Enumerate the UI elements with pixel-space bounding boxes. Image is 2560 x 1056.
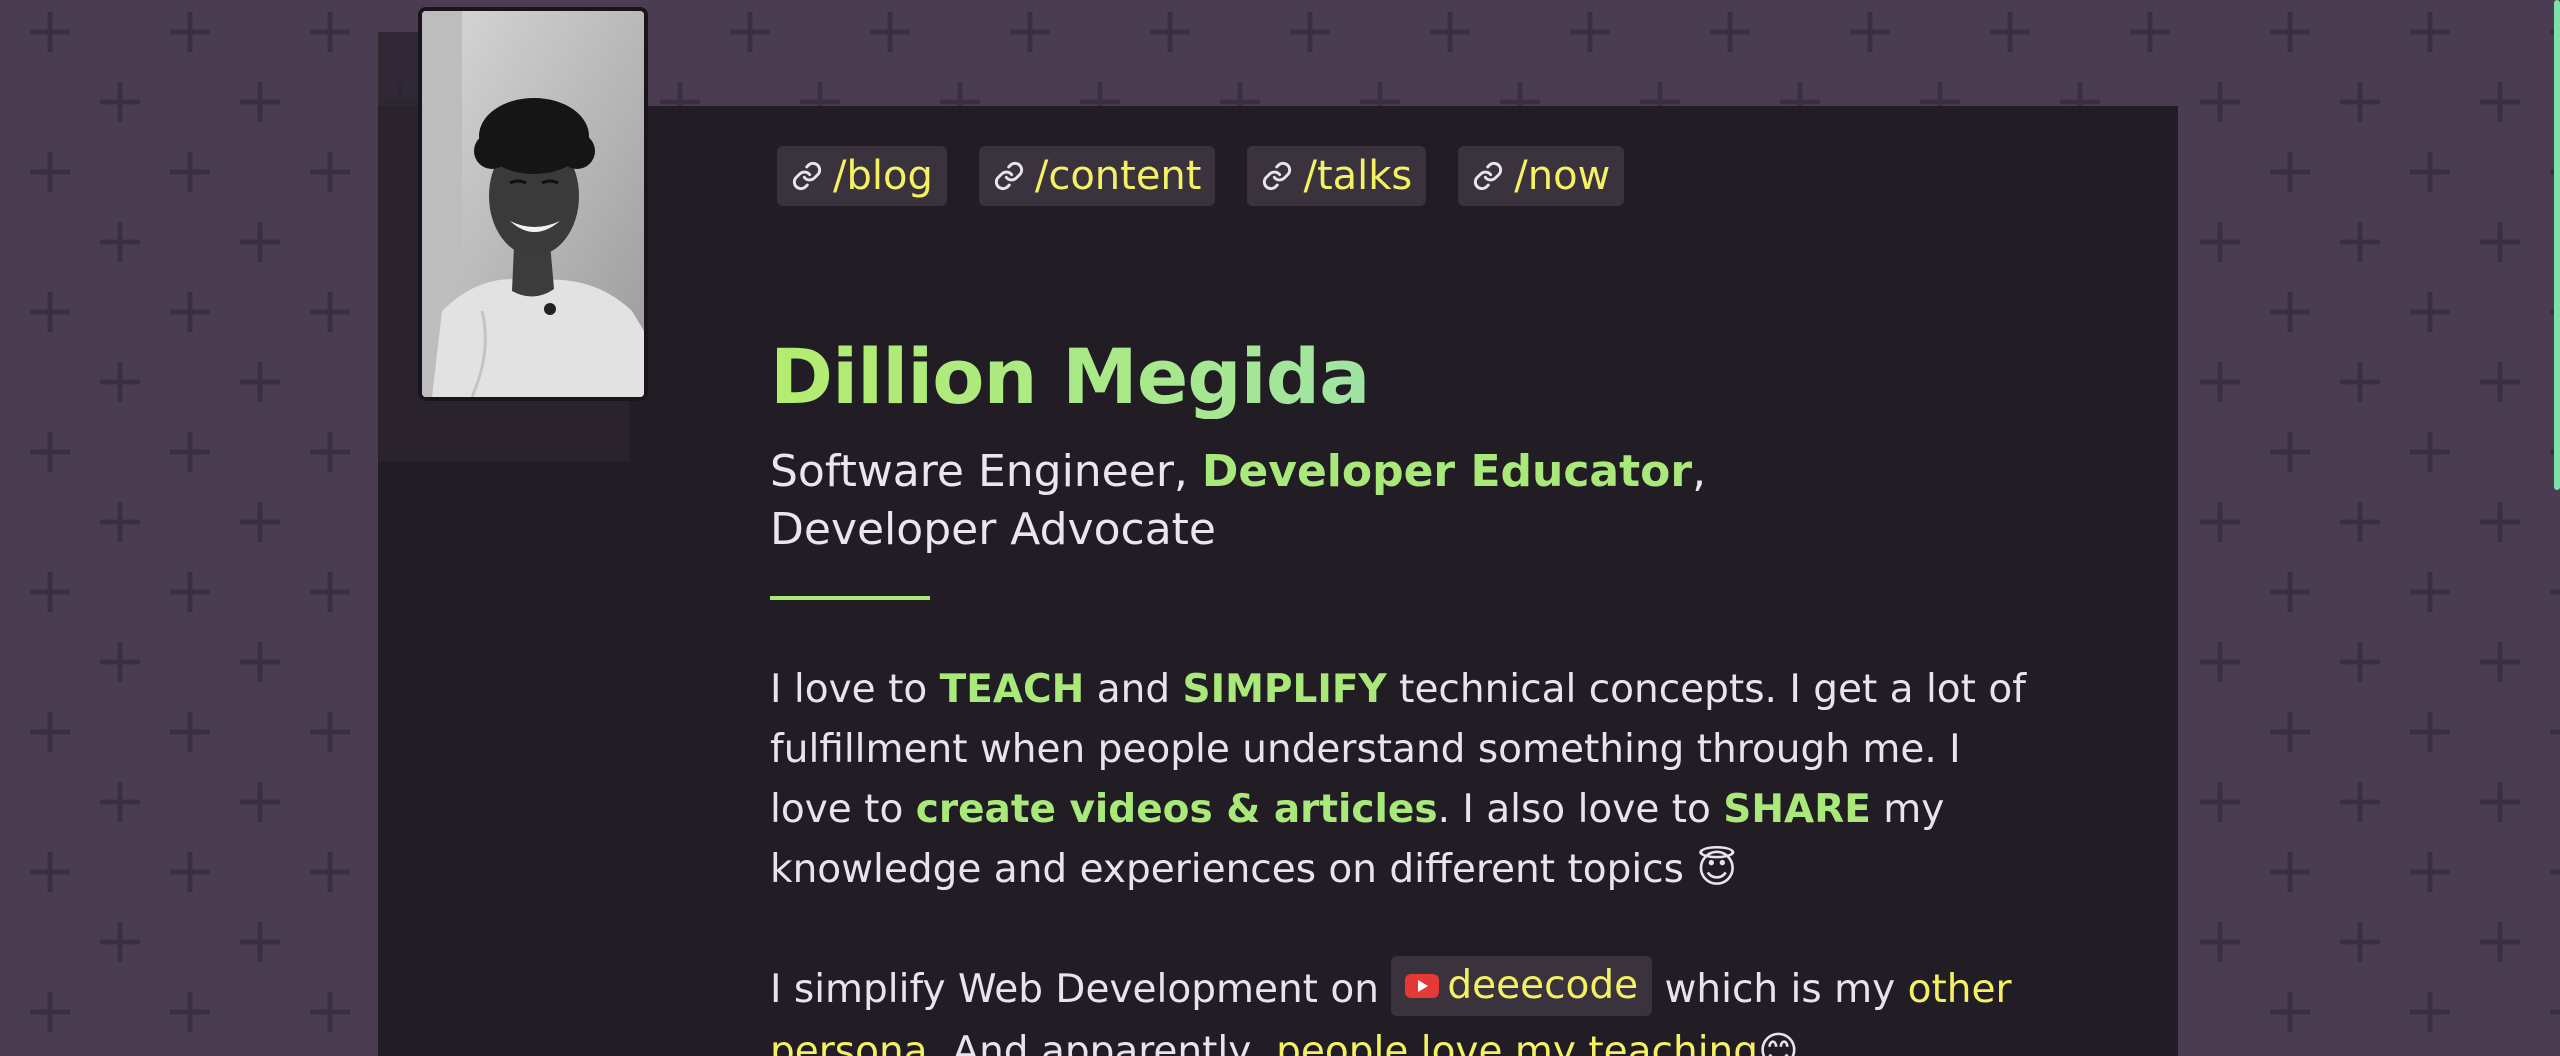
section-divider bbox=[770, 596, 930, 600]
bio-highlight-share: SHARE bbox=[1723, 787, 1871, 832]
nav-link-blog[interactable]: /blog bbox=[777, 146, 947, 206]
youtube-channel-link[interactable]: deeecode bbox=[1391, 955, 1653, 1016]
youtube-channel-label: deeecode bbox=[1447, 962, 1639, 1008]
bio-text: I simplify Web Development on bbox=[770, 967, 1392, 1012]
nav-link-content[interactable]: /content bbox=[978, 146, 1216, 206]
profile-roles: Software Engineer, Developer Educator, De… bbox=[770, 443, 1770, 559]
role-software-engineer: Software Engineer, bbox=[770, 446, 1202, 497]
link-icon bbox=[993, 160, 1025, 192]
bio-text: . And apparently, bbox=[927, 1028, 1277, 1056]
nav-link-label: /now bbox=[1514, 153, 1611, 199]
bio-highlight-create: create videos & articles bbox=[915, 787, 1438, 832]
nav-link-now[interactable]: /now bbox=[1458, 146, 1625, 206]
bio-text: I love to bbox=[770, 667, 940, 712]
profile-photo bbox=[418, 7, 648, 401]
halo-emoji: 😇 bbox=[1696, 847, 1738, 892]
bio-paragraph: I love to TEACH and SIMPLIFY technical c… bbox=[770, 660, 2030, 900]
link-icon bbox=[1261, 160, 1293, 192]
nav-link-talks[interactable]: /talks bbox=[1247, 146, 1427, 206]
bio-text: and bbox=[1084, 667, 1183, 712]
role-developer-advocate: Developer Advocate bbox=[770, 504, 1216, 555]
bio-highlight-simplify: SIMPLIFY bbox=[1182, 667, 1387, 712]
role-separator: , bbox=[1692, 446, 1707, 497]
main-card bbox=[378, 106, 2178, 1056]
bio-text: which is my bbox=[1652, 967, 1908, 1012]
bio-highlight-teach: TEACH bbox=[939, 667, 1085, 712]
scrollbar-thumb[interactable] bbox=[2554, 0, 2560, 490]
nav-link-label: /blog bbox=[833, 153, 933, 199]
top-nav: /blog /content /talks /now bbox=[777, 146, 1625, 206]
people-love-teaching-link[interactable]: people love my teaching bbox=[1276, 1029, 1758, 1056]
bio-text: . I also love to bbox=[1437, 787, 1724, 832]
smile-emoji: 😊 bbox=[1758, 1028, 1799, 1056]
youtube-icon bbox=[1405, 973, 1440, 998]
role-developer-educator: Developer Educator bbox=[1201, 446, 1693, 497]
nav-link-label: /talks bbox=[1303, 153, 1413, 199]
link-icon bbox=[1472, 160, 1504, 192]
link-icon bbox=[791, 160, 823, 192]
bio-paragraph-2: I simplify Web Development on deeecode w… bbox=[770, 955, 2030, 1056]
nav-link-label: /content bbox=[1034, 153, 1202, 199]
profile-name: Dillion Megida bbox=[770, 332, 1370, 421]
